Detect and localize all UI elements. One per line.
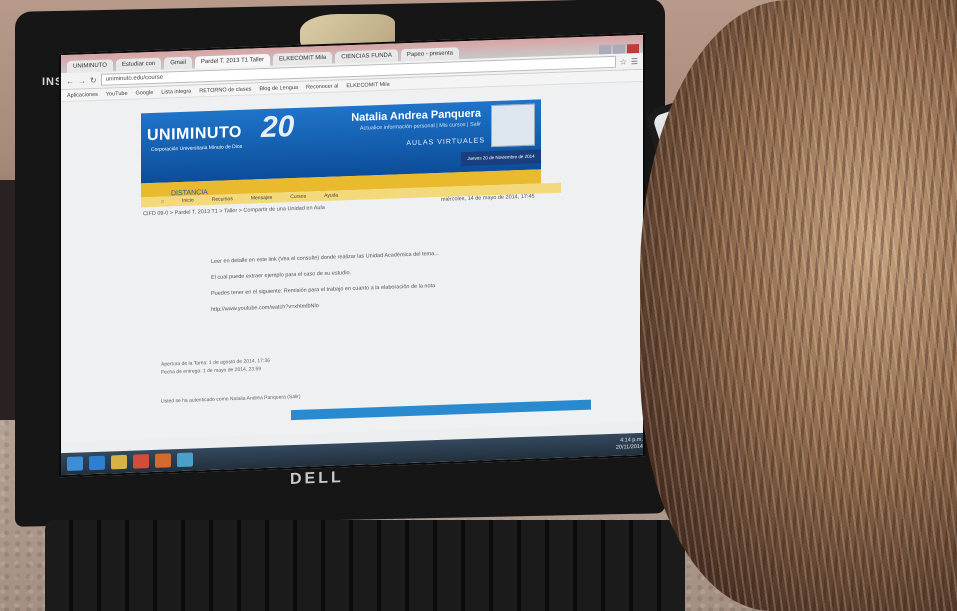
current-date-box: Jueves 20 de Noviembre de 2014	[461, 149, 541, 167]
browser-tab[interactable]: Gmail	[164, 56, 192, 70]
tray-date: 20/11/2014	[615, 443, 643, 451]
chrome-icon[interactable]	[133, 454, 149, 469]
browser-tab[interactable]: Estudiar con	[115, 57, 162, 72]
tray-time: 4:14 p.m.	[620, 436, 643, 444]
file-explorer-icon[interactable]	[111, 454, 127, 470]
menu-item[interactable]: Ayuda	[324, 192, 338, 198]
breadcrumb[interactable]: CIFD 09-0 > Pardel T. 2013 T1 > Taller >…	[143, 205, 325, 217]
page-footer: Usted se ha autenticado como Natalia And…	[161, 393, 301, 405]
bookmark-item[interactable]: Reconocer al	[306, 83, 338, 90]
bookmark-item[interactable]: Google	[136, 89, 154, 96]
photo-scene: INSPIRON UNIMINUTO Estudiar con Gmail Pa…	[0, 0, 957, 611]
person-hair	[640, 0, 957, 611]
star-icon[interactable]: ☆	[620, 57, 627, 66]
menu-item[interactable]: Inicio	[182, 198, 194, 204]
laptop-screen: UNIMINUTO Estudiar con Gmail Pardel T. 2…	[59, 32, 645, 478]
bookmark-item[interactable]: YouTube	[106, 90, 128, 97]
site-logo-subtitle: Corporación Universitaria Minuto de Dios	[151, 143, 243, 154]
browser-tab[interactable]: UNIMINUTO	[67, 59, 113, 73]
system-tray[interactable]: 4:14 p.m. 20/11/2014	[616, 437, 645, 452]
laptop: INSPIRON UNIMINUTO Estudiar con Gmail Pa…	[15, 0, 685, 611]
start-windows-icon[interactable]	[67, 456, 83, 471]
browser-tab[interactable]: Papeo - presenta	[400, 47, 459, 62]
bookmark-item[interactable]: ELKECOMIT Mila	[346, 81, 389, 89]
content-link[interactable]: http://www.youtube.com/watch?v=xhtmlbNlo	[211, 294, 511, 314]
app-icon[interactable]	[177, 452, 193, 468]
bookmark-item[interactable]: Lista integra	[161, 88, 191, 95]
internet-explorer-icon[interactable]	[89, 455, 105, 471]
user-avatar	[491, 103, 535, 148]
footer-bar	[291, 399, 591, 421]
menu-icon[interactable]: ☰	[631, 57, 638, 66]
back-arrow-icon[interactable]: ←	[66, 76, 74, 85]
reload-icon[interactable]: ↻	[90, 75, 97, 84]
menu-item[interactable]: Mensajes	[251, 195, 272, 202]
web-page: UNIMINUTO Corporación Universitaria Minu…	[61, 81, 643, 443]
browser-tab[interactable]: CIENCIAS FUNDA	[335, 49, 398, 64]
bookmark-item[interactable]: RETORNO de clases	[199, 86, 251, 94]
close-icon[interactable]	[627, 43, 639, 54]
bookmark-item[interactable]: Aplicaciones	[67, 91, 98, 98]
bookmark-item[interactable]: Blog de Lengua	[259, 84, 298, 91]
assignment-dates: Apertura de la Tarea: 1 de agosto de 201…	[161, 357, 270, 377]
powerpoint-icon[interactable]	[155, 453, 171, 468]
anniversary-emblem: 20	[261, 110, 295, 145]
menu-item[interactable]: Cursos	[290, 194, 306, 201]
home-icon[interactable]: ⌂	[161, 199, 164, 205]
menu-item[interactable]: Recursos	[212, 196, 233, 203]
dell-logo: DELL	[290, 469, 344, 488]
browser-tab[interactable]: ELKECOMIT Mila	[272, 51, 333, 66]
assignment-content: Leer en detalle en este link (Vea el con…	[211, 246, 511, 320]
site-logo[interactable]: UNIMINUTO	[147, 124, 242, 145]
maximize-icon[interactable]	[613, 44, 625, 54]
aulas-virtuales-title: AULAS VIRTUALES	[406, 137, 485, 148]
minimize-icon[interactable]	[599, 44, 611, 55]
laptop-keyboard	[45, 520, 685, 611]
forward-arrow-icon[interactable]: →	[78, 76, 86, 85]
window-controls	[599, 43, 643, 55]
